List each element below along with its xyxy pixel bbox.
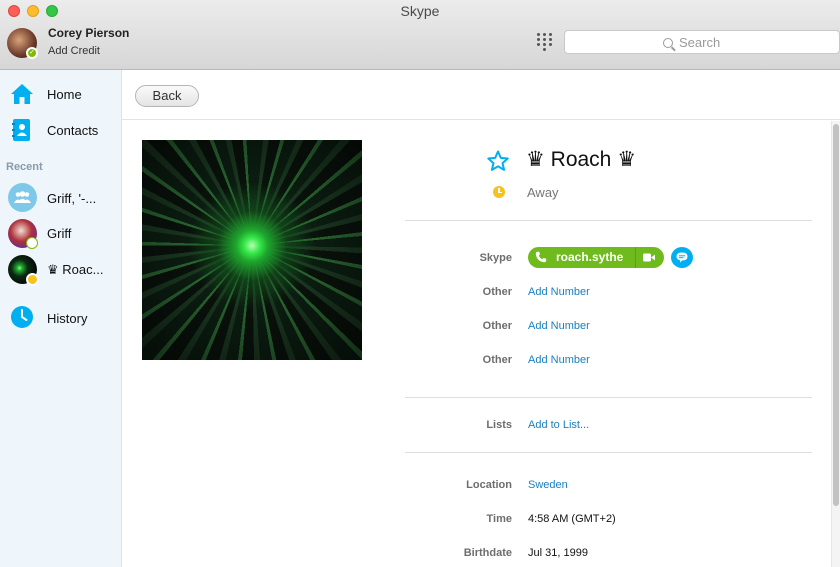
home-icon: [11, 84, 33, 104]
chat-button[interactable]: [671, 247, 693, 268]
away-clock-icon: [493, 186, 505, 198]
contacts-icon: [12, 119, 30, 141]
add-to-list-link[interactable]: Add to List...: [528, 419, 589, 431]
phone-label-2: Other: [482, 320, 512, 332]
skype-label: Skype: [479, 252, 512, 264]
search-placeholder: Search: [663, 35, 720, 50]
birthdate-value: Jul 31, 1999: [528, 547, 588, 559]
recent-section-label: Recent: [6, 161, 43, 173]
time-value: 4:58 AM (GMT+2): [528, 513, 616, 525]
back-button[interactable]: Back: [135, 85, 199, 107]
contact-profile-picture: [142, 140, 362, 360]
window-title: Skype: [400, 3, 440, 19]
content-toolbar: Back: [122, 70, 840, 120]
recent-item-name: Griff, '-...: [47, 191, 97, 206]
sidebar-item-label: Contacts: [47, 123, 99, 138]
contact-display-name: ♛ Roach ♛: [526, 148, 637, 171]
time-label: Time: [486, 513, 512, 525]
online-status-icon: ✓: [26, 47, 38, 59]
sidebar-item-history[interactable]: History: [0, 302, 121, 334]
sidebar: Home Contacts Recent Griff, '-... Griff: [0, 70, 122, 567]
phone-label-3: Other: [482, 354, 512, 366]
sidebar-item-home[interactable]: Home: [0, 78, 121, 110]
scrollbar[interactable]: [831, 121, 840, 567]
search-input[interactable]: Search: [564, 30, 840, 54]
add-number-link-3[interactable]: Add Number: [528, 354, 590, 366]
video-call-icon[interactable]: [643, 253, 655, 262]
birthdate-label: Birthdate: [463, 547, 512, 559]
add-number-link-2[interactable]: Add Number: [528, 320, 590, 332]
my-name[interactable]: Corey Pierson: [48, 26, 129, 40]
phone-label-1: Other: [482, 286, 512, 298]
offline-status-icon: [26, 237, 38, 249]
search-icon: [663, 38, 673, 48]
pill-separator: [635, 247, 636, 268]
location-value[interactable]: Sweden: [528, 479, 568, 491]
lists-label: Lists: [486, 419, 512, 431]
search-placeholder-text: Search: [679, 35, 721, 50]
contact-status: Away: [527, 185, 559, 200]
sidebar-item-label: History: [47, 311, 88, 326]
sidebar-item-label: Home: [47, 87, 82, 102]
title-bar: Skype ✓ Corey Pierson Add Credit Search: [0, 0, 840, 70]
sidebar-item-contacts[interactable]: Contacts: [0, 114, 121, 146]
divider: [405, 452, 812, 453]
favorite-star-icon[interactable]: [486, 149, 510, 173]
add-number-link-1[interactable]: Add Number: [528, 286, 590, 298]
location-label: Location: [466, 479, 512, 491]
skype-name[interactable]: roach.sythe: [556, 250, 623, 264]
recent-item-name: ♛ Roac...: [47, 262, 104, 277]
scrollbar-thumb[interactable]: [833, 124, 839, 506]
away-status-icon: [26, 273, 39, 286]
dialpad-icon[interactable]: [537, 33, 552, 51]
divider: [405, 397, 812, 398]
chat-bubble-icon: [676, 252, 688, 263]
recent-item-name: Griff: [47, 226, 72, 241]
divider: [405, 220, 812, 221]
group-avatar: [8, 183, 37, 212]
add-credit-link[interactable]: Add Credit: [48, 45, 100, 57]
phone-icon[interactable]: [535, 251, 547, 263]
history-icon: [11, 306, 33, 328]
group-icon: [14, 191, 31, 203]
skype-call-pill: roach.sythe: [528, 247, 664, 268]
